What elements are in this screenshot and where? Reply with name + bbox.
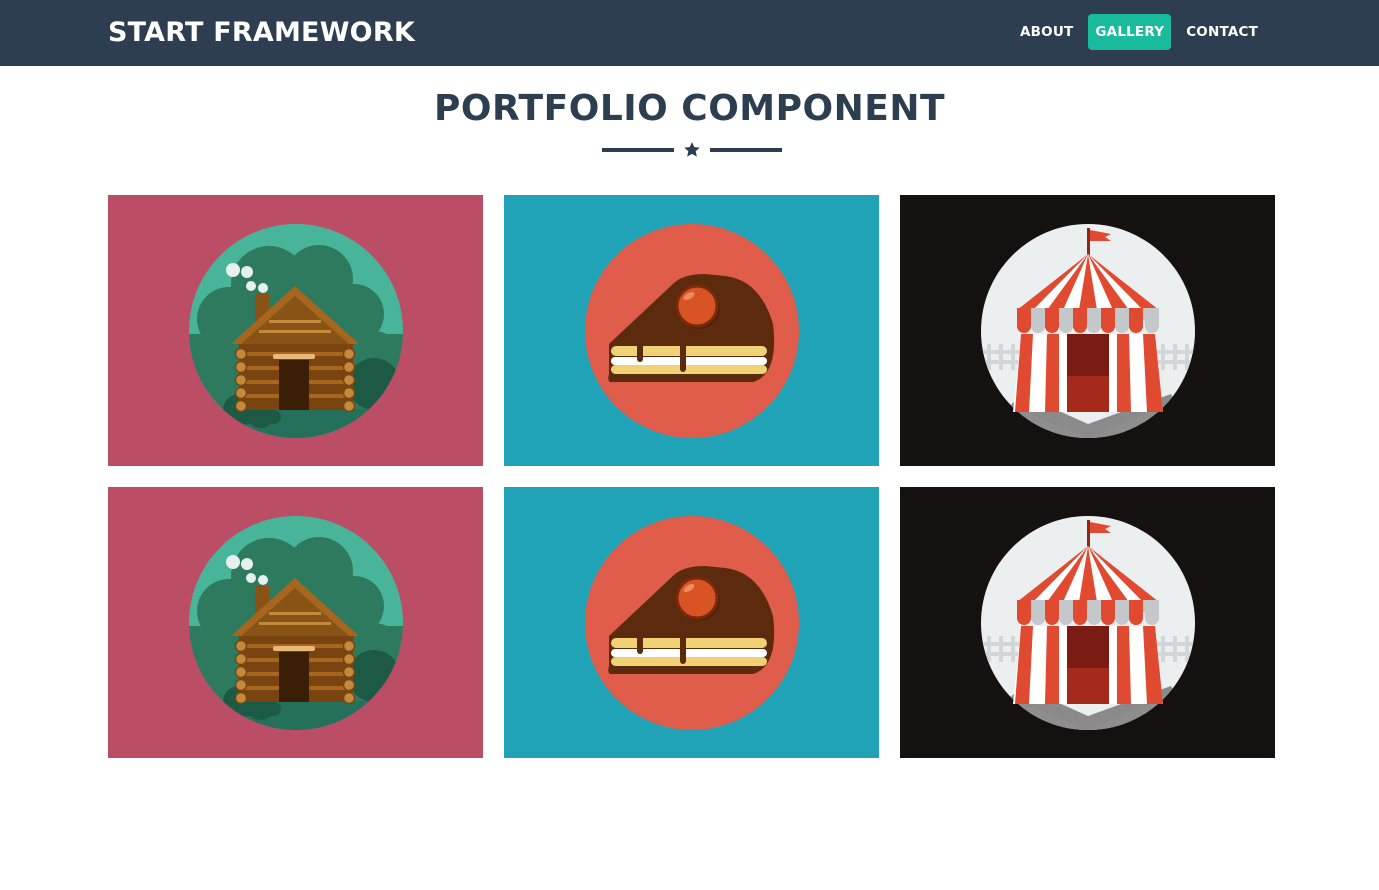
cabin-illustration <box>189 224 403 438</box>
divider-line-left <box>602 148 674 152</box>
portfolio-item-cabin[interactable] <box>108 195 483 466</box>
portfolio-item-cake[interactable] <box>504 195 879 466</box>
brand-link[interactable]: START FRAMEWORK <box>108 14 415 52</box>
navbar: START FRAMEWORK ABOUT GALLERY CONTACT <box>0 0 1379 66</box>
nav-link-gallery[interactable]: GALLERY <box>1088 14 1172 50</box>
portfolio-item-circus[interactable] <box>900 487 1275 758</box>
section-title: PORTFOLIO COMPONENT <box>433 88 946 129</box>
nav-link-contact[interactable]: CONTACT <box>1179 14 1265 50</box>
divider-line-right <box>710 148 782 152</box>
nav-link-about[interactable]: ABOUT <box>1013 14 1080 50</box>
circus-tent-illustration <box>981 224 1195 438</box>
portfolio-item-cabin[interactable] <box>108 487 483 758</box>
cabin-illustration <box>189 516 403 730</box>
cake-illustration <box>585 224 799 438</box>
nav-menu: ABOUT GALLERY CONTACT <box>1013 14 1265 50</box>
cake-illustration <box>585 516 799 730</box>
star-icon <box>683 141 701 159</box>
portfolio-item-cake[interactable] <box>504 487 879 758</box>
portfolio-item-circus[interactable] <box>900 195 1275 466</box>
title-divider <box>602 140 782 160</box>
circus-tent-illustration <box>981 516 1195 730</box>
